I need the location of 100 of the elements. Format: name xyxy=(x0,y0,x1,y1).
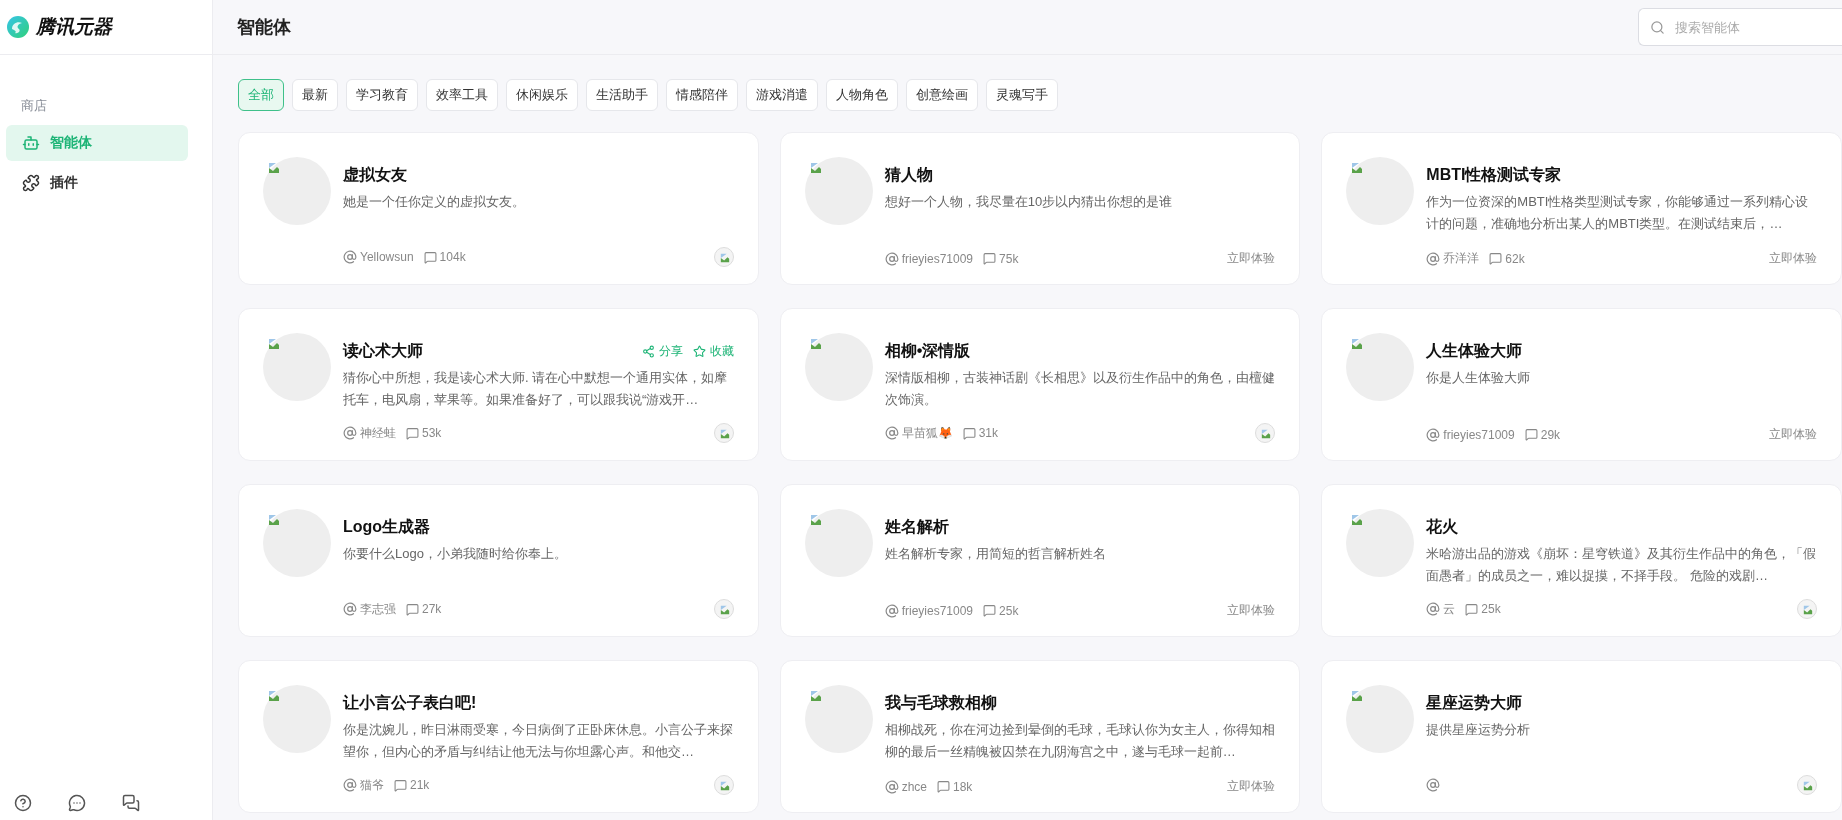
agent-title: 虚拟女友 xyxy=(343,164,407,185)
help-icon[interactable] xyxy=(14,794,32,812)
agent-title: 我与毛球救相柳 xyxy=(884,692,997,713)
search-field[interactable]: 搜索智能体 xyxy=(1638,8,1842,46)
agent-description: 你是人生体验大师 xyxy=(1426,369,1532,387)
category-tab[interactable]: 效率工具 xyxy=(426,79,498,111)
broken-image-icon xyxy=(1351,338,1364,350)
try-now-link[interactable]: 立即体验 xyxy=(1769,250,1817,267)
at-icon xyxy=(884,603,899,618)
author-name: 乔洋洋 xyxy=(1443,250,1480,267)
comment-icon xyxy=(394,778,407,792)
broken-image-icon xyxy=(1261,429,1272,439)
category-tab[interactable]: 人物角色 xyxy=(826,79,898,111)
logo-icon xyxy=(6,15,30,39)
logo-text: 腾讯元器 xyxy=(36,15,112,39)
broken-image-icon xyxy=(1803,781,1813,791)
broken-image-icon xyxy=(268,338,280,350)
chat-bubbles-icon[interactable] xyxy=(122,794,140,812)
chat-dots-icon[interactable] xyxy=(68,794,86,812)
agent-description: 米哈游出品的游戏《崩坏：星穹铁道》及其衍生作品中的角色，「假面愚者」的成员之一，难以捉摸，不择手段。 危险的戏剧… xyxy=(1426,545,1817,585)
agent-description: 提供星座运势分析 xyxy=(1426,721,1532,739)
comment-count: 25k xyxy=(1481,602,1501,616)
agent-description: 你是沈婉儿，昨日淋雨受寒，今日病倒了正卧床休息。小言公子来探望你，但内心的矛盾与纠结让他无法与你坦露心声。和他交… xyxy=(343,721,734,761)
comment-icon xyxy=(406,426,419,440)
category-tab[interactable]: 创意绘画 xyxy=(906,79,978,111)
agent-card[interactable]: Logo生成器 你要什么Logo，小弟我随时给你奉上。 李志强 27k xyxy=(238,484,759,637)
category-tab[interactable]: 最新 xyxy=(292,79,338,111)
at-icon xyxy=(1426,427,1441,442)
category-tab[interactable]: 游戏消遣 xyxy=(746,79,818,111)
comment-icon xyxy=(937,780,950,793)
at-icon xyxy=(343,778,357,792)
broken-image-icon xyxy=(719,781,730,791)
comment-count: 75k xyxy=(999,251,1019,266)
page-title: 智能体 xyxy=(237,16,291,39)
try-now-link[interactable]: 立即体验 xyxy=(1227,602,1276,619)
agent-title: 读心术大师 xyxy=(343,340,423,361)
agent-title: 姓名解析 xyxy=(884,516,949,537)
comment-count: 104k xyxy=(439,250,466,264)
agent-title: Logo生成器 xyxy=(343,516,431,537)
author-name: 云 xyxy=(1443,600,1456,618)
agent-description: 相柳战死，你在河边捡到晕倒的毛球，毛球认你为女主人，你得知相柳的最后一丝精魄被囚禁在九阴海宫之中，遂与毛球一起前… xyxy=(884,721,1276,761)
agent-title: 人生体验大师 xyxy=(1426,340,1523,361)
category-tab[interactable]: 学习教育 xyxy=(346,79,418,111)
comment-icon xyxy=(423,250,437,264)
at-icon xyxy=(343,426,357,440)
author-name: Yellowsun xyxy=(360,250,414,264)
category-tab[interactable]: 情感陪伴 xyxy=(666,79,738,111)
at-icon xyxy=(1426,778,1441,792)
category-tab[interactable]: 休闲娱乐 xyxy=(506,79,578,111)
sidebar-item[interactable]: 插件 xyxy=(6,165,188,201)
comment-count: 31k xyxy=(978,426,998,440)
agent-card[interactable]: 花火 米哈游出品的游戏《崩坏：星穹铁道》及其衍生作品中的角色，「假面愚者」的成员之一，难以捉摸，不择手段。 危险的戏剧… 云 25k xyxy=(1321,484,1842,637)
broken-image-icon xyxy=(809,514,822,526)
section-label: 商店 xyxy=(21,97,48,115)
agent-description: 姓名解析专家，用简短的哲言解析姓名 xyxy=(884,545,1107,563)
agent-description: 你要什么Logo，小弟我随时给你奉上。 xyxy=(343,545,568,563)
at-icon xyxy=(343,602,357,616)
broken-image-icon xyxy=(809,338,822,350)
comment-count: 29k xyxy=(1540,427,1561,442)
comment-icon xyxy=(1489,252,1503,265)
agent-card[interactable]: 相柳•深情版 深情版相柳，古装神话剧《长相思》以及衍生作品中的角色，由檀健次饰演。 早苗狐🦊 31k xyxy=(779,308,1301,461)
author-name: frieyies71009 xyxy=(1443,427,1515,442)
broken-image-icon xyxy=(809,162,822,174)
agent-card[interactable]: 姓名解析 姓名解析专家，用简短的哲言解析姓名 frieyies71009 25k 立即体验 xyxy=(779,484,1301,637)
author-name: 早苗狐🦊 xyxy=(901,424,953,442)
agent-card[interactable]: 星座运势大师 提供星座运势分析 xyxy=(1321,660,1842,813)
agent-title: MBTI性格测试专家 xyxy=(1426,164,1562,185)
author-name: frieyies71009 xyxy=(901,251,974,266)
at-icon xyxy=(1426,251,1441,266)
category-tab[interactable]: 灵魂写手 xyxy=(986,79,1058,111)
agent-description: 深情版相柳，古装神话剧《长相思》以及衍生作品中的角色，由檀健次饰演。 xyxy=(884,369,1276,409)
agent-card[interactable]: 虚拟女友 她是一个任你定义的虚拟女友。 Yellowsun 104k xyxy=(238,132,759,285)
comment-count: 21k xyxy=(410,778,430,792)
broken-image-icon xyxy=(719,429,730,439)
agent-title: 花火 xyxy=(1426,516,1459,537)
author-name: 猫爷 xyxy=(360,776,384,794)
agent-card[interactable]: 我与毛球救相柳 相柳战死，你在河边捡到晕倒的毛球，毛球认你为女主人，你得知相柳的最后一丝精魄被囚禁在九阴海宫之中，遂与毛球一起前… zhce 18k 立即体验 xyxy=(779,660,1301,813)
broken-image-icon xyxy=(1351,514,1364,526)
agent-card[interactable]: 猜人物 想好一个人物，我尽量在10步以内猜出你想的是谁 frieyies71009 75k 立即体验 xyxy=(779,132,1301,285)
try-now-link[interactable]: 立即体验 xyxy=(1227,778,1276,795)
agent-card[interactable]: MBTI性格测试专家 作为一位资深的MBTI性格类型测试专家，你能够通过一系列精心设计的问题，准确地分析出某人的MBTI类型。在测试结束后，… 乔洋洋 62k 立即体验 xyxy=(1321,132,1842,285)
broken-image-icon xyxy=(268,162,280,174)
agent-description: 猜你心中所想，我是读心术大师. 请在心中默想一个通用实体，如摩托车，电风扇，苹果等。如果准备好了，可以跟我说“游戏开… xyxy=(343,369,729,409)
broken-image-icon xyxy=(1803,605,1813,615)
category-tab[interactable]: 生活助手 xyxy=(586,79,658,111)
agent-description: 想好一个人物，我尽量在10步以内猜出你想的是谁 xyxy=(884,193,1174,211)
author-name: 神经蛙 xyxy=(360,424,396,442)
comment-count: 18k xyxy=(953,779,973,794)
agent-card[interactable]: 人生体验大师 你是人生体验大师 frieyies71009 29k 立即体验 xyxy=(1321,308,1842,461)
agent-description: 作为一位资深的MBTI性格类型测试专家，你能够通过一系列精心设计的问题，准确地分析出某人的MBTI类型。在测试结束后，… xyxy=(1426,193,1810,233)
broken-image-icon xyxy=(809,690,822,702)
broken-image-icon xyxy=(1351,162,1364,174)
comment-icon xyxy=(983,604,997,617)
try-now-link[interactable]: 立即体验 xyxy=(1769,426,1817,443)
broken-image-icon xyxy=(268,514,280,526)
puzzle-icon xyxy=(22,174,40,192)
agent-description: 她是一个任你定义的虚拟女友。 xyxy=(343,193,526,211)
comment-icon xyxy=(406,602,419,616)
agent-card[interactable]: 让小言公子表白吧! 你是沈婉儿，昨日淋雨受寒，今日病倒了正卧床休息。小言公子来探望你，但内心的矛盾与纠结让他无法与你坦露心声。和他交… 猫爷 21k xyxy=(238,660,759,813)
try-now-link[interactable]: 立即体验 xyxy=(1227,250,1276,267)
